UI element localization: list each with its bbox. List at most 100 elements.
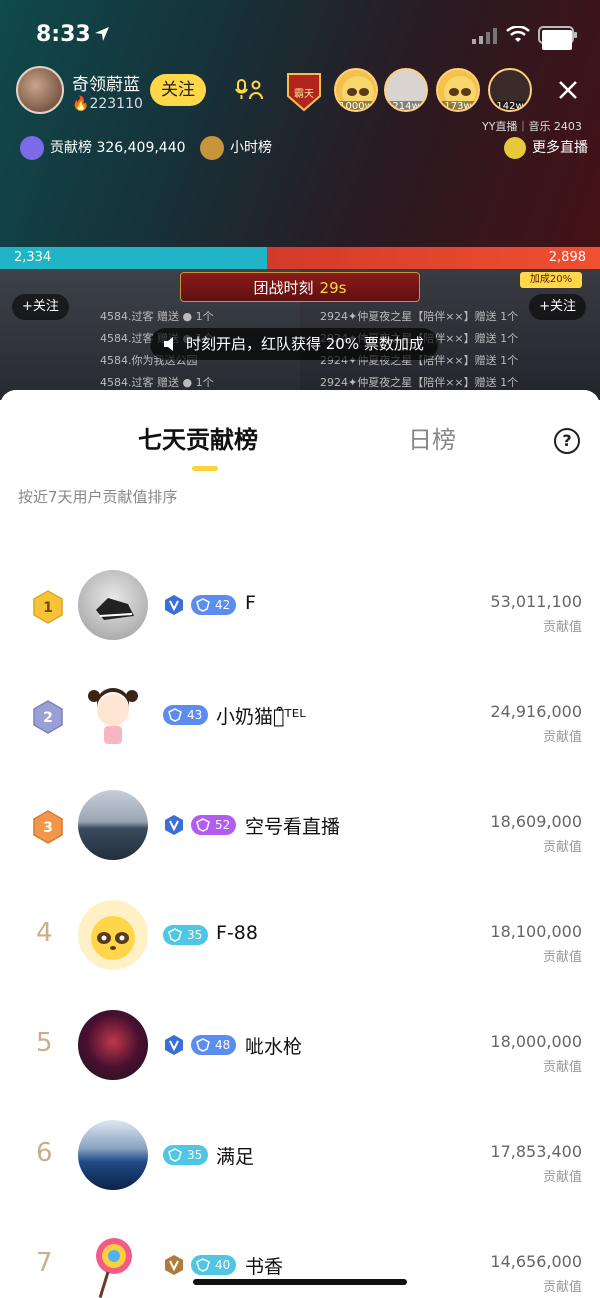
user-name[interactable]: 空号看直播 (245, 812, 340, 839)
guard-badge-icon[interactable]: 霸天 (284, 70, 324, 114)
viewer-avatar[interactable]: 173w (436, 68, 480, 112)
user-name[interactable]: 小奶猫ঞ͒ᵀᴱᴸ (216, 702, 306, 729)
user-name[interactable]: F (245, 592, 256, 614)
location-arrow-icon (95, 27, 109, 41)
close-icon[interactable] (556, 78, 580, 102)
raccoon-avatar-icon (91, 916, 135, 960)
score-label: 贡献值 (542, 840, 582, 855)
viewer-count: 173w (438, 101, 478, 110)
score-label: 贡献值 (542, 730, 582, 745)
viewer-avatar[interactable]: 142w (488, 68, 532, 112)
viewer-avatar[interactable]: 1000w (334, 68, 378, 112)
flame-icon: 🔥 (72, 96, 90, 112)
sheet-subtitle: 按近7天用户贡献值排序 (18, 488, 178, 506)
home-indicator[interactable] (193, 1279, 407, 1285)
host-name[interactable]: 奇领蔚蓝 (72, 70, 140, 95)
follow-right-button[interactable]: +关注 (529, 294, 586, 320)
viewer-count: 142w (490, 101, 530, 110)
rank-gold-icon: 1 (33, 590, 63, 624)
avatar[interactable] (78, 570, 148, 640)
level-number: 43 (187, 708, 203, 722)
contribution-label: 贡献榜 (50, 140, 92, 156)
contribution-score: 18,609,000 (490, 812, 582, 831)
list-item[interactable]: 5 48 呲水枪 18,000,000 贡献值 (0, 1010, 600, 1120)
bonus-tag: 加成20% (520, 272, 582, 288)
help-icon[interactable]: ? (554, 428, 580, 454)
mic-link-icon[interactable] (234, 78, 264, 102)
level-badge: 52 (191, 815, 237, 835)
level-badge: 35 (163, 1145, 209, 1165)
rank-silver-icon: 2 (33, 700, 63, 734)
rank-number: 1 (43, 600, 53, 616)
user-name[interactable]: 呲水枪 (245, 1032, 302, 1059)
user-name[interactable]: 满足 (216, 1142, 254, 1169)
contribution-score: 17,853,400 (490, 1142, 582, 1161)
level-number: 52 (215, 818, 231, 832)
contribution-score: 18,000,000 (490, 1032, 582, 1051)
list-item[interactable]: 7 40 书香 14,656,000 贡献值 (0, 1230, 600, 1298)
pk-blue-score: 2,334 (0, 247, 267, 269)
medal-icon (165, 595, 183, 615)
list-item[interactable]: 6 35 满足 17,853,400 贡献值 (0, 1120, 600, 1230)
contribution-score: 14,656,000 (490, 1252, 582, 1271)
contribution-sheet: 七天贡献榜 日榜 ? 按近7天用户贡献值排序 1 42 F 53,011,100… (0, 390, 600, 1298)
live-stream-view[interactable]: 8:33 奇领蔚蓝 🔥223110 关注 霸天 1000w 214w 173w … (0, 0, 600, 400)
level-number: 42 (215, 598, 231, 612)
more-live-label: 更多直播 (532, 140, 588, 156)
gift-message: 4584.过客 赠送 ● 1个 (100, 376, 214, 389)
shield-icon (196, 598, 210, 612)
user-name[interactable]: F-88 (216, 922, 258, 944)
gift-message: 2924✦仲夏夜之星【陪伴××】赠送 1个 (320, 376, 519, 389)
shield-icon (196, 1258, 210, 1272)
medal-icon (165, 1255, 183, 1275)
pk-title: 团战时刻 (253, 279, 314, 297)
score-label: 贡献值 (542, 1170, 582, 1185)
tab-underline (192, 466, 218, 471)
score-label: 贡献值 (542, 950, 582, 965)
viewer-count: 1000w (336, 101, 376, 110)
pk-title-banner: 团战时刻 29s (180, 272, 420, 302)
pk-notice: 时刻开启，红队获得 20% 票数加成 (150, 328, 438, 360)
level-number: 40 (215, 1258, 231, 1272)
wifi-icon (506, 26, 530, 42)
level-badge: 40 (191, 1255, 237, 1275)
avatar[interactable] (78, 790, 148, 860)
platform-tag: YY直播｜音乐 2403 (482, 120, 582, 133)
viewer-count: 214w (386, 101, 426, 110)
shield-icon (168, 928, 182, 942)
status-bar: 8:33 (0, 0, 600, 70)
host-avatar[interactable] (16, 66, 64, 114)
pk-score-bar: 2,334 2,898 (0, 247, 600, 269)
list-item[interactable]: 3 52 空号看直播 18,609,000 贡献值 (0, 790, 600, 900)
contribution-rank-button[interactable]: 贡献榜 326,409,440 (20, 134, 186, 162)
level-badge: 42 (191, 595, 237, 615)
avatar[interactable] (78, 900, 148, 970)
viewer-avatar[interactable]: 214w (384, 68, 428, 112)
tab-weekly[interactable]: 七天贡献榜 (138, 420, 258, 455)
contribution-score: 24,916,000 (490, 702, 582, 721)
contribution-score: 18,100,000 (490, 922, 582, 941)
rank-bronze-icon: 3 (33, 810, 63, 844)
list-item[interactable]: 4 35 F-88 18,100,000 贡献值 (0, 900, 600, 1010)
rank-number: 2 (43, 710, 53, 726)
list-item[interactable]: 1 42 F 53,011,100 贡献值 (0, 570, 600, 680)
more-live-button[interactable]: 更多直播 (504, 134, 588, 162)
avatar[interactable] (78, 1230, 148, 1298)
shoe-avatar-icon (96, 598, 134, 620)
score-label: 贡献值 (542, 1280, 582, 1295)
tab-daily[interactable]: 日榜 (408, 420, 456, 455)
shield-icon (168, 708, 182, 722)
user-name[interactable]: 书香 (245, 1252, 283, 1279)
contribution-score: 53,011,100 (490, 592, 582, 611)
list-item[interactable]: 2 43 小奶猫ঞ͒ᵀᴱᴸ 24,916,000 贡献值 (0, 680, 600, 790)
follow-left-button[interactable]: +关注 (12, 294, 69, 320)
guard-badge-label: 霸天 (294, 88, 314, 100)
follow-button[interactable]: 关注 (150, 74, 206, 106)
hourly-rank-button[interactable]: 小时榜 (200, 134, 272, 162)
speaker-icon (164, 337, 173, 351)
medal-icon (165, 815, 183, 835)
avatar[interactable] (78, 1120, 148, 1190)
gift-message: 4584.过客 赠送 ● 1个 (100, 310, 214, 323)
avatar[interactable] (78, 680, 148, 750)
avatar[interactable] (78, 1010, 148, 1080)
